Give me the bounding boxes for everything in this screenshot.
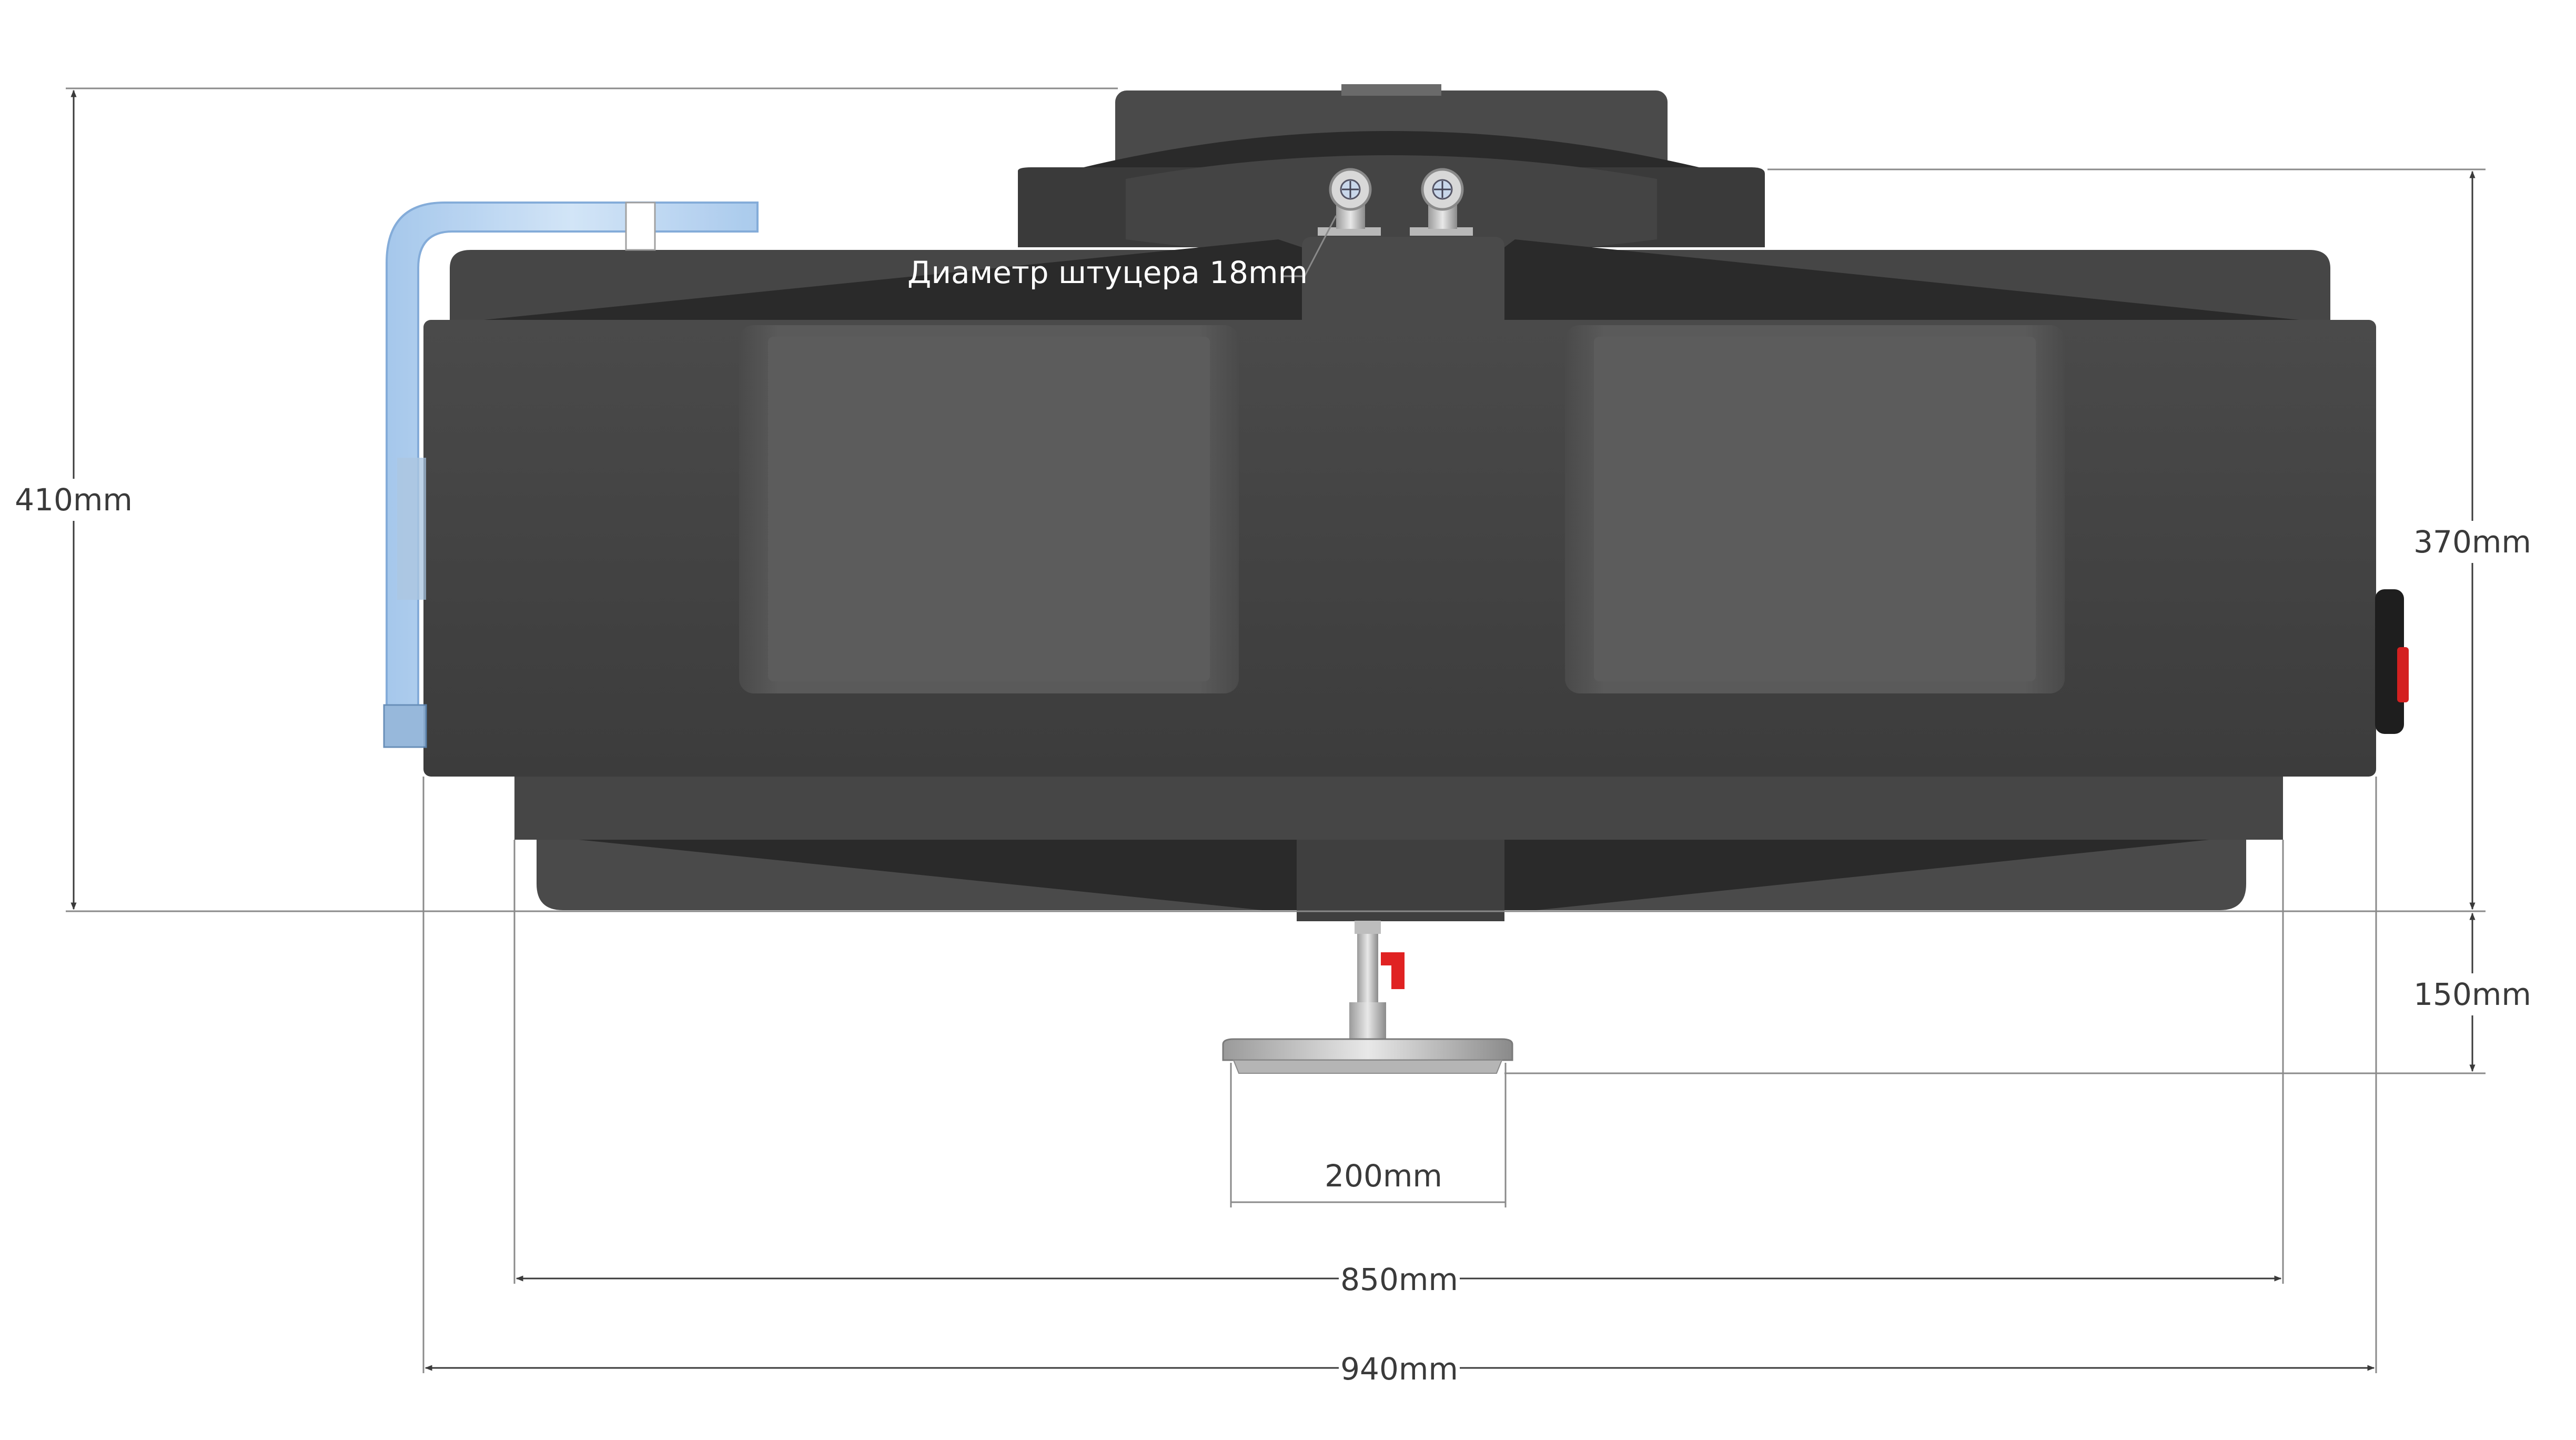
tank-main-body <box>423 320 2376 777</box>
dimension-label-850: 850mm <box>1340 1262 1458 1297</box>
filler-cap-tab <box>1341 84 1441 96</box>
hose-base-fitting <box>383 704 427 748</box>
hose-clip <box>625 202 656 251</box>
tank-lower-band <box>514 777 2283 840</box>
dimension-label-410: 410mm <box>15 482 133 518</box>
dimension-label-150: 150mm <box>2413 976 2531 1012</box>
shower-stem-top <box>1355 921 1381 934</box>
fitting-diameter-callout: Диаметр штуцера 18mm <box>907 255 1308 290</box>
technical-drawing: 410mm 370mm 150mm 200mm 850mm 940mm Диам… <box>0 0 2576 1440</box>
dimension-label-370: 370mm <box>2413 524 2531 560</box>
dimension-label-940: 940mm <box>1340 1351 1458 1387</box>
dimension-label-200: 200mm <box>1325 1158 1442 1194</box>
shower-stem-nut <box>1349 1002 1386 1044</box>
tank-drawing-svg: 410mm 370mm 150mm 200mm 850mm 940mm Диам… <box>15 84 2531 1389</box>
side-drain-red <box>2397 647 2409 702</box>
shower-head-nozzles <box>1233 1060 1503 1074</box>
tank-center-neck-bottom <box>1297 840 1504 921</box>
valve-tap-icon <box>1381 952 1405 989</box>
shower-stem <box>1357 934 1378 1002</box>
shower-assembly <box>1222 921 1513 1074</box>
tank-panel-right-inner <box>1594 337 2036 681</box>
shower-head-icon <box>1222 1038 1513 1061</box>
tank-center-neck-top <box>1302 237 1504 321</box>
tank-panel-left-inner <box>768 337 1210 681</box>
hose-bracket <box>397 458 426 600</box>
